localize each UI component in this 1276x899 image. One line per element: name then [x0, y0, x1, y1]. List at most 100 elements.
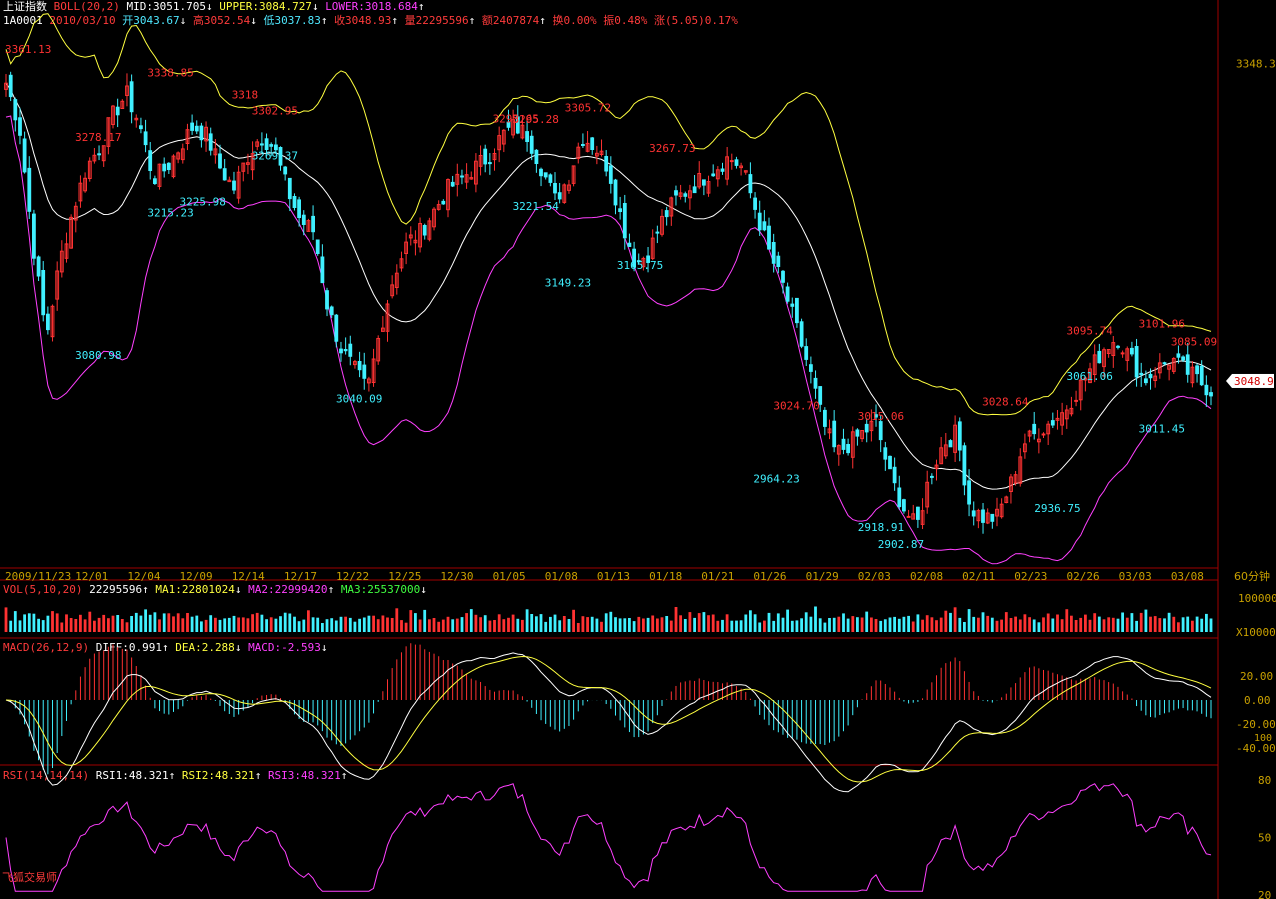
candle[interactable] — [422, 225, 427, 236]
volume-bar[interactable] — [395, 608, 399, 632]
volume-bar[interactable] — [469, 609, 473, 632]
volume-bar[interactable] — [907, 615, 910, 632]
candle[interactable] — [734, 159, 739, 166]
volume-bar[interactable] — [195, 615, 199, 632]
volume-bar[interactable] — [730, 620, 734, 632]
candle[interactable] — [804, 346, 809, 360]
volume-bar[interactable] — [1130, 613, 1134, 632]
volume-bar[interactable] — [963, 622, 966, 632]
volume-bar[interactable] — [1163, 618, 1166, 632]
volume-bar[interactable] — [1060, 619, 1064, 632]
volume-bar[interactable] — [37, 618, 40, 632]
candle[interactable] — [1041, 433, 1046, 436]
volume-bar[interactable] — [558, 620, 562, 632]
volume-bar[interactable] — [856, 617, 859, 632]
volume-bar[interactable] — [446, 616, 450, 632]
candle[interactable] — [232, 180, 236, 191]
volume-bar[interactable] — [716, 620, 720, 632]
candle[interactable] — [199, 125, 204, 141]
volume-bar[interactable] — [651, 615, 655, 633]
volume-bar[interactable] — [767, 612, 771, 632]
candle[interactable] — [32, 213, 36, 259]
volume-bar[interactable] — [688, 612, 692, 632]
candle[interactable] — [729, 160, 734, 163]
volume-bar[interactable] — [1200, 618, 1204, 632]
volume-bar[interactable] — [139, 615, 143, 632]
volume-bar[interactable] — [897, 618, 901, 632]
volume-bar[interactable] — [307, 610, 310, 632]
volume-bar[interactable] — [511, 614, 515, 632]
candle[interactable] — [1148, 373, 1153, 379]
candle[interactable] — [981, 509, 985, 523]
volume-bar[interactable] — [88, 611, 92, 632]
volume-bar[interactable] — [507, 617, 510, 632]
volume-bar[interactable] — [1042, 617, 1045, 632]
volume-bar[interactable] — [549, 616, 552, 632]
candle[interactable] — [18, 117, 22, 136]
candle[interactable] — [543, 172, 548, 178]
volume-bar[interactable] — [804, 612, 808, 632]
volume-bar[interactable] — [535, 616, 538, 632]
volume-bar[interactable] — [521, 619, 524, 632]
candle[interactable] — [590, 137, 595, 150]
volume-bar[interactable] — [986, 615, 990, 632]
volume-bar[interactable] — [134, 612, 138, 632]
volume-bar[interactable] — [111, 615, 115, 632]
candle[interactable] — [613, 179, 618, 206]
volume-bar[interactable] — [479, 617, 482, 632]
volume-bar[interactable] — [1028, 617, 1031, 632]
volume-bar[interactable] — [679, 615, 682, 632]
candle[interactable] — [864, 423, 869, 433]
volume-bar[interactable] — [200, 621, 203, 632]
volume-bar[interactable] — [144, 609, 147, 632]
volume-bar[interactable] — [283, 612, 287, 632]
volume-bar[interactable] — [214, 617, 217, 632]
volume-bar[interactable] — [921, 619, 924, 632]
candle[interactable] — [22, 138, 27, 173]
volume-bar[interactable] — [27, 613, 31, 632]
volume-bar[interactable] — [944, 610, 948, 632]
candle[interactable] — [767, 225, 771, 250]
volume-bar[interactable] — [544, 621, 548, 632]
candle[interactable] — [343, 349, 348, 352]
candle[interactable] — [618, 208, 623, 213]
candle[interactable] — [967, 480, 972, 505]
candle[interactable] — [339, 348, 343, 354]
volume-bar[interactable] — [632, 621, 636, 632]
volume-bar[interactable] — [497, 614, 501, 632]
volume-bar[interactable] — [46, 615, 50, 632]
candle[interactable] — [315, 239, 320, 254]
volume-bar[interactable] — [674, 607, 678, 632]
candle[interactable] — [301, 214, 306, 225]
volume-bar[interactable] — [851, 616, 855, 632]
volume-bar[interactable] — [60, 622, 64, 633]
volume-bar[interactable] — [353, 621, 357, 632]
volume-bar[interactable] — [74, 619, 78, 632]
volume-bar[interactable] — [125, 622, 129, 632]
candle[interactable] — [13, 99, 18, 121]
candle[interactable] — [36, 256, 41, 277]
candle[interactable] — [906, 515, 911, 518]
volume-bar[interactable] — [628, 618, 631, 632]
volume-bar[interactable] — [1191, 620, 1194, 632]
volume-bar[interactable] — [576, 623, 580, 632]
volume-bar[interactable] — [832, 617, 836, 632]
volume-bar[interactable] — [865, 611, 869, 632]
volume-bar[interactable] — [883, 619, 887, 632]
candle[interactable] — [1162, 362, 1167, 365]
volume-bar[interactable] — [711, 614, 715, 633]
volume-bar[interactable] — [516, 618, 520, 632]
candle[interactable] — [129, 81, 134, 113]
volume-bar[interactable] — [1074, 620, 1078, 632]
volume-bar[interactable] — [553, 614, 557, 632]
candle[interactable] — [1050, 420, 1055, 426]
volume-bar[interactable] — [1111, 617, 1115, 632]
volume-bar[interactable] — [930, 617, 934, 632]
volume-bar[interactable] — [693, 617, 696, 632]
volume-bar[interactable] — [562, 616, 566, 632]
volume-bar[interactable] — [1093, 613, 1097, 632]
volume-bar[interactable] — [367, 615, 371, 632]
volume-bar[interactable] — [1135, 620, 1138, 632]
volume-bar[interactable] — [1032, 619, 1036, 633]
volume-bar[interactable] — [130, 616, 133, 632]
